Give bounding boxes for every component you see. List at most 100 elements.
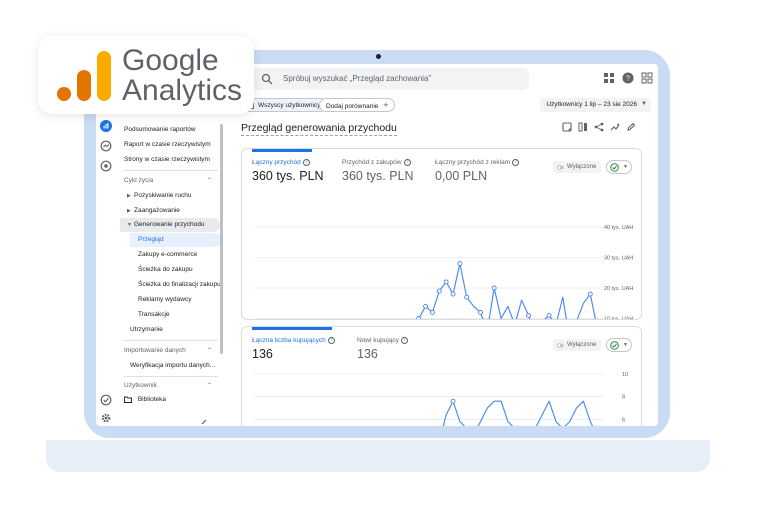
off-chip-label: Wyłączone: [567, 342, 597, 348]
chevron-up-icon: ⌃: [206, 383, 212, 389]
help-icon[interactable]: ?: [302, 159, 310, 166]
off-chip-label: Wyłączone: [567, 164, 597, 170]
data-point[interactable]: [429, 309, 435, 315]
metric-purchase-revenue[interactable]: Przychód z zakupów? 360 tys. PLN: [342, 159, 414, 183]
marketing-image: Spróbuj wyszukać „Przegląd zachowania” ?…: [0, 0, 768, 506]
data-point[interactable]: [457, 261, 463, 267]
data-point[interactable]: [464, 294, 470, 300]
sidebar-item-acquisition-label: Pozyskiwanie ruchu: [134, 192, 192, 199]
off-chip[interactable]: Wyłączone: [553, 161, 602, 173]
y-tick-label: 10 tys. UAH: [604, 317, 633, 321]
search-input[interactable]: Spróbuj wyszukać „Przegląd zachowania”: [251, 68, 529, 90]
page-title: Przegląd generowania przychodu: [241, 122, 397, 136]
data-point[interactable]: [450, 398, 456, 404]
sidebar-item-monetization[interactable]: ▼ Generowanie przychodu: [127, 219, 204, 231]
sidebar-item-acquisition[interactable]: ▶ Pozyskiwanie ruchu: [127, 190, 192, 202]
sidebar-item-library-label: Biblioteka: [137, 396, 166, 403]
sidebar-item-import-verification[interactable]: Weryfikacja importu danych...: [130, 360, 215, 372]
sidebar-item-purchase-journey[interactable]: Ścieżka do zakupu: [138, 264, 193, 276]
report-sidebar: Podsumowanie raportów Raport w czasie rz…: [118, 114, 222, 426]
section-lifecycle[interactable]: Cykl życia ⌃: [124, 175, 216, 187]
logo-dot: [57, 87, 71, 101]
collapse-icon[interactable]: [200, 418, 208, 426]
laptop-base: [46, 440, 710, 472]
data-point[interactable]: [546, 312, 552, 318]
share-icon[interactable]: [594, 122, 604, 132]
sidebar-item-engagement-label: Zaangażowanie: [134, 207, 180, 214]
buyers-line-chart: 10864: [254, 372, 628, 426]
caret-down-icon: ▼: [623, 164, 628, 170]
metric-value: 0,00 PLN: [435, 169, 488, 184]
data-point[interactable]: [443, 279, 449, 285]
status-dropdown[interactable]: ▼: [606, 338, 632, 352]
sidebar-item-engagement[interactable]: ▶ Zaangażowanie: [127, 205, 180, 217]
series-line: [416, 263, 596, 319]
metric-total-revenue[interactable]: Łączny przychód? 360 tys. PLN: [252, 159, 324, 183]
sidebar-item-retention[interactable]: Utrzymanie: [130, 324, 163, 336]
data-point[interactable]: [436, 288, 442, 294]
y-tick-label: 40 tys. UAH: [604, 225, 633, 231]
data-point[interactable]: [450, 291, 456, 297]
chevron-up-icon: ⌃: [206, 348, 212, 354]
logo-bar-mid: [77, 70, 91, 101]
analytics-logo-icon: [57, 51, 111, 101]
triangle-right-icon: ▶: [127, 208, 131, 214]
sidebar-scrollbar[interactable]: [220, 124, 223, 354]
sidebar-item-checkout-journey[interactable]: Ścieżka do finalizacji zakupu: [138, 279, 221, 291]
off-chip[interactable]: Wyłączone: [553, 339, 602, 351]
sidebar-item-overview[interactable]: Przegląd: [138, 234, 164, 246]
sidebar-item-reports-snapshot[interactable]: Podsumowanie raportów: [124, 124, 196, 136]
sidebar-item-ecommerce[interactable]: Zakupy e-commerce: [138, 249, 197, 261]
sidebar-item-realtime-pages[interactable]: Strony w czasie rzeczywistym: [124, 154, 210, 166]
data-point[interactable]: [416, 316, 422, 321]
sidebar-item-library[interactable]: Biblioteka: [124, 394, 166, 406]
google-analytics-logo-card: Google Analytics: [38, 36, 254, 114]
settings-gear-icon[interactable]: [100, 412, 112, 424]
triangle-right-icon: ▶: [127, 193, 131, 199]
advertising-icon[interactable]: [100, 160, 112, 172]
metric-new-purchasers[interactable]: Nowi kupujący? 136: [357, 337, 408, 361]
edit-comparison-icon[interactable]: [562, 122, 572, 132]
data-point[interactable]: [423, 303, 429, 309]
help-icon[interactable]: ?: [403, 159, 411, 166]
analytics-screen: Spróbuj wyszukać „Przegląd zachowania” ?…: [96, 64, 658, 426]
metric-value: 136: [357, 347, 378, 362]
metric-label: Łączny przychód z reklam: [435, 159, 511, 167]
check-circle-icon: [610, 341, 619, 350]
account-icon[interactable]: [641, 72, 653, 84]
data-point[interactable]: [478, 309, 483, 315]
explore-icon[interactable]: [100, 140, 112, 152]
help-icon[interactable]: ?: [327, 337, 335, 344]
camera-dot: [376, 54, 381, 59]
apps-grid-icon[interactable]: [603, 72, 615, 84]
section-data-import[interactable]: Importowanie danych ⌃: [124, 345, 216, 357]
compare-icon[interactable]: [578, 122, 588, 132]
status-dropdown[interactable]: ▼: [606, 160, 632, 174]
active-metric-underline: [252, 327, 332, 330]
sidebar-item-publisher-ads[interactable]: Reklamy wydawcy: [138, 294, 191, 306]
metric-total-purchasers[interactable]: Łączna liczba kupujących? 136: [252, 337, 335, 361]
configure-icon[interactable]: [100, 394, 112, 406]
add-comparison-button[interactable]: Dodaj porównanie +: [319, 98, 396, 112]
divider: [124, 340, 218, 341]
metric-ad-revenue[interactable]: Łączny przychód z reklam? 0,00 PLN: [435, 159, 520, 184]
left-rail: [96, 114, 116, 426]
section-lifecycle-label: Cykl życia: [124, 177, 154, 184]
insights-icon[interactable]: [610, 122, 620, 132]
sidebar-item-realtime[interactable]: Raport w czasie rzeczywistym: [124, 139, 211, 151]
data-point[interactable]: [491, 285, 497, 291]
metric-value: 360 tys. PLN: [342, 169, 414, 184]
svg-text:?: ?: [626, 74, 630, 83]
pencil-icon[interactable]: [626, 122, 636, 132]
logo-line-1: Google: [122, 44, 219, 77]
data-point[interactable]: [526, 312, 531, 318]
sidebar-item-transactions[interactable]: Transakcje: [138, 309, 170, 321]
reports-icon[interactable]: [100, 120, 112, 132]
section-user[interactable]: Użytkownik ⌃: [124, 380, 216, 392]
metric-label: Nowi kupujący: [357, 337, 399, 345]
data-point[interactable]: [587, 291, 593, 297]
help-icon[interactable]: ?: [512, 159, 520, 166]
help-icon[interactable]: ?: [400, 337, 408, 344]
date-range-button[interactable]: Użytkownicy 1 lip – 23 sie 2026 ▼: [540, 98, 651, 112]
help-icon[interactable]: ?: [622, 72, 634, 84]
